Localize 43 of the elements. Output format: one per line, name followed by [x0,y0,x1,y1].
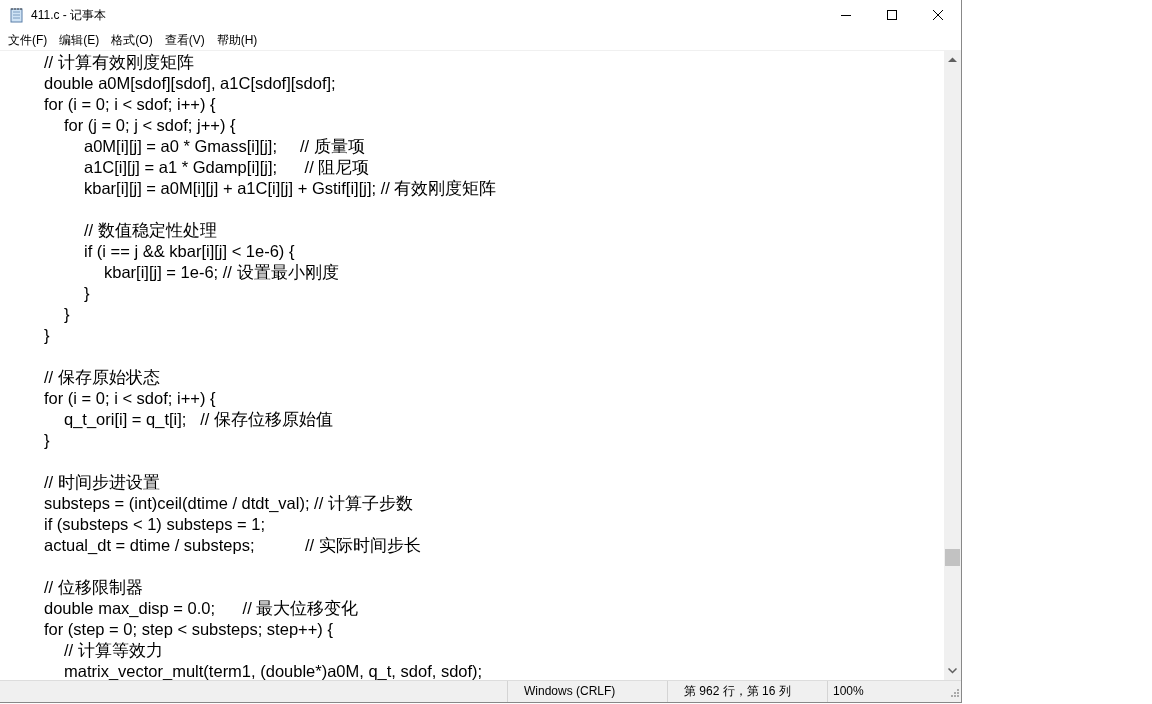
encoding-status: Windows (CRLF) [507,681,667,702]
cursor-position-status: 第 962 行，第 16 列 [667,681,827,702]
code-line: // 计算有效刚度矩阵 [43,53,194,71]
code-line: // 保存原始状态 [43,368,160,386]
code-line: if (substeps < 1) substeps = 1; [43,515,266,533]
menu-item[interactable]: 格式(O) [105,30,159,50]
code-line: } [43,326,50,344]
code-line: for (i = 0; i < sdof; i++) { [43,389,216,407]
code-line: matrix_vector_mult(term1, (double*)a0M, q_t, sdof, sdof); [63,662,483,680]
code-line: // 数值稳定性处理 [83,221,217,239]
code-line: // 时间步进设置 [43,473,160,491]
window-title: 411.c - 记事本 [31,6,107,24]
code-line: // 计算等效力 [63,641,163,659]
menu-item[interactable]: 编辑(E) [53,30,106,50]
close-icon [933,10,943,20]
code-line: if (i == j && kbar[i][j] < 1e-6) { [83,242,295,260]
scroll-thumb[interactable] [945,549,960,566]
code-line: substeps = (int)ceil(dtime / dtdt_val); // 计算子步数 [43,494,413,512]
menu-item[interactable]: 查看(V) [158,30,211,50]
code-line: actual_dt = dtime / substeps; // 实际时间步长 [43,536,421,554]
code-line: } [43,431,50,449]
code-line: } [63,305,70,323]
code-line: double max_disp = 0.0; // 最大位移变化 [43,599,359,617]
code-line: kbar[i][j] = a0M[i][j] + a1C[i][j] + Gstif[i][j]; // 有效刚度矩阵 [83,179,497,197]
code-line: q_t_ori[i] = q_t[i]; // 保存位移原始值 [63,410,333,428]
code-line: for (step = 0; step < substeps; step++) { [43,620,333,638]
scroll-down-icon[interactable] [948,668,957,674]
code-line: // 位移限制器 [43,578,143,596]
menu-item[interactable]: 帮助(H) [210,30,264,50]
code-line: double a0M[sdof][sdof], a1C[sdof][sdof]; [43,74,336,92]
code-line: kbar[i][j] = 1e-6; // 设置最小刚度 [103,263,339,281]
code-line: } [83,284,90,302]
code-line: a0M[i][j] = a0 * Gmass[i][j]; // 质量项 [83,137,365,155]
resize-grip-icon[interactable] [949,686,959,697]
scroll-up-icon[interactable] [948,57,957,63]
vertical-scrollbar[interactable] [944,51,961,680]
maximize-icon [887,10,897,20]
code-line: for (j = 0; j < sdof; j++) { [63,116,236,134]
code-line: a1C[i][j] = a1 * Gdamp[i][j]; // 阻尼项 [83,158,370,176]
menu-item[interactable]: 文件(F) [2,30,54,50]
code-line: for (i = 0; i < sdof; i++) { [43,95,216,113]
notepad-icon [9,7,25,23]
zoom-status: 100% [827,681,947,702]
